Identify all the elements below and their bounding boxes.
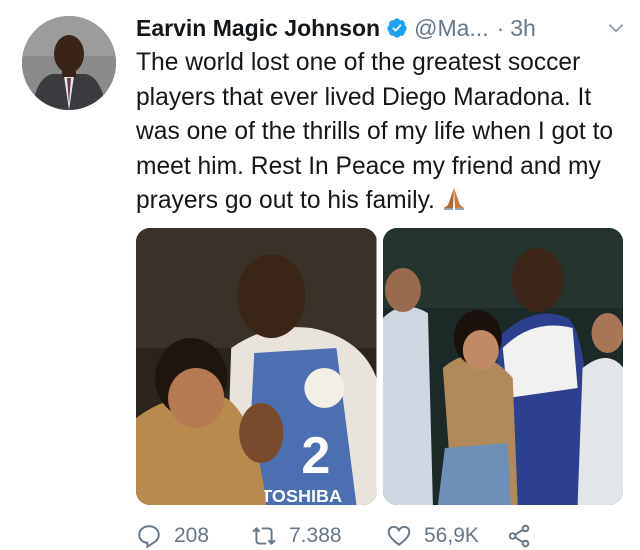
jersey-number: 2 (301, 427, 330, 485)
tweet-actions: 208 7.388 56,9K (136, 522, 626, 550)
tweet-header: Earvin Magic Johnson @Ma... · 3h (136, 10, 630, 46)
tweet-timestamp[interactable]: 3h (510, 15, 536, 42)
retweet-icon (252, 527, 276, 545)
reply-count: 208 (174, 524, 210, 547)
retweet-count: 7.388 (289, 524, 342, 547)
retweet-button[interactable]: 7.388 (251, 523, 386, 549)
tweet: Earvin Magic Johnson @Ma... · 3h The wor… (136, 10, 630, 222)
share-button[interactable] (506, 523, 544, 549)
tweet-text: The world lost one of the greatest socce… (136, 49, 614, 214)
photo-2-image (382, 228, 623, 505)
photo-1-image: 2 TOSHIBA (136, 228, 377, 505)
tweet-media: 2 TOSHIBA (136, 228, 623, 505)
heart-icon (387, 525, 411, 546)
verified-badge-icon (387, 18, 407, 38)
avatar-image (22, 16, 116, 110)
tweet-photo-1[interactable]: 2 TOSHIBA (136, 228, 377, 505)
reply-button[interactable]: 208 (136, 523, 251, 549)
tweet-text-container: The world lost one of the greatest socce… (136, 46, 630, 222)
like-count: 56,9K (424, 524, 479, 547)
jersey-text: TOSHIBA (261, 486, 342, 505)
author-handle[interactable]: @Ma... (414, 15, 488, 42)
separator-dot: · (496, 14, 505, 41)
author-name[interactable]: Earvin Magic Johnson (136, 15, 380, 42)
tweet-photo-2[interactable] (382, 228, 623, 505)
reply-icon (138, 525, 160, 549)
praying-hands-emoji-icon (441, 185, 467, 222)
avatar[interactable] (22, 16, 116, 110)
like-button[interactable]: 56,9K (386, 523, 506, 549)
share-icon (508, 524, 530, 548)
chevron-down-icon[interactable] (606, 18, 626, 38)
